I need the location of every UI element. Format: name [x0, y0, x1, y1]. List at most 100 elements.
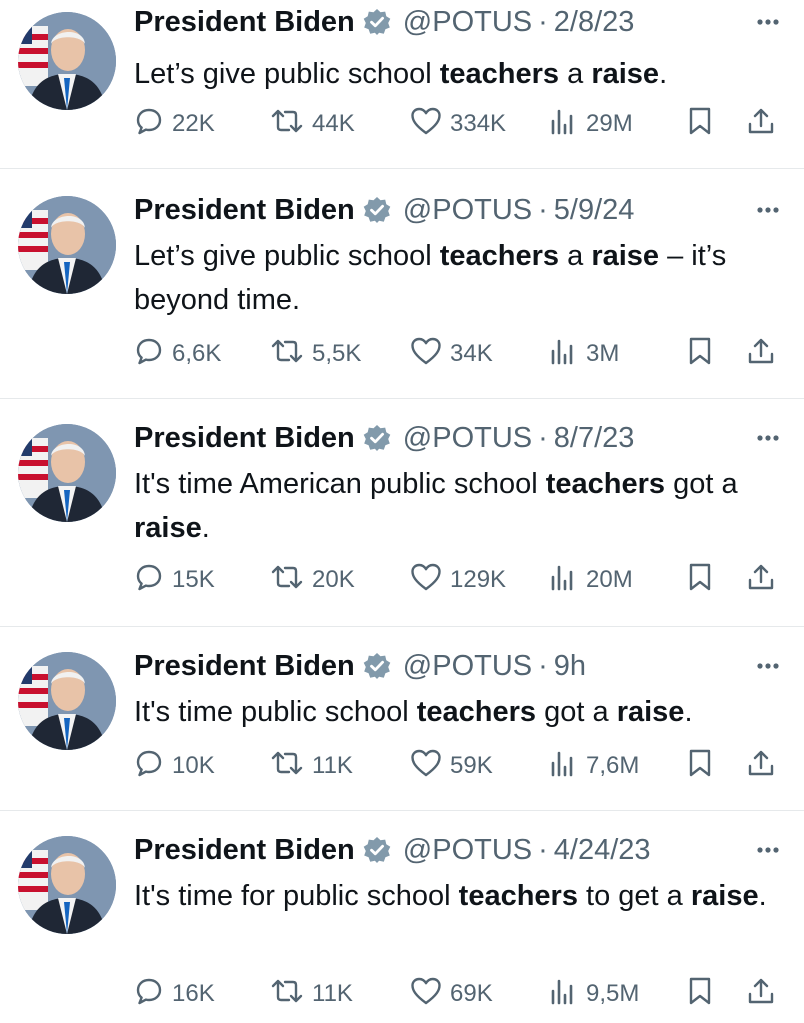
author-name[interactable]: President Biden — [134, 422, 355, 455]
share-button[interactable] — [746, 104, 784, 144]
author-name[interactable]: President Biden — [134, 834, 355, 867]
tweet-text: It's time public school teachers got a r… — [134, 690, 774, 734]
retweet-icon — [270, 562, 312, 599]
share-icon — [746, 336, 784, 373]
share-button[interactable] — [746, 334, 784, 374]
tweet-actions: 22K 44K 334K 29M — [134, 104, 784, 144]
bookmark-button[interactable] — [686, 104, 722, 144]
header-separator: · — [538, 5, 548, 38]
reply-button[interactable]: 6,6K — [134, 334, 221, 374]
bookmark-button[interactable] — [686, 974, 722, 1014]
views-button[interactable]: 9,5M — [548, 974, 639, 1014]
bookmark-button[interactable] — [686, 560, 722, 600]
tweet-divider — [0, 168, 804, 169]
more-icon[interactable] — [748, 656, 788, 676]
text-segment: got a — [536, 696, 617, 728]
more-icon[interactable] — [748, 840, 788, 860]
tweet-date[interactable]: 2/8/23 — [554, 6, 635, 39]
retweet-button[interactable]: 20K — [270, 560, 355, 600]
avatar[interactable] — [18, 12, 116, 110]
text-segment: It's time for public school — [134, 880, 459, 912]
bookmark-icon — [686, 562, 722, 599]
retweet-icon — [270, 106, 312, 143]
share-button[interactable] — [746, 746, 784, 786]
reply-button[interactable]: 15K — [134, 560, 215, 600]
text-segment: to get a — [577, 880, 691, 912]
more-icon[interactable] — [748, 200, 788, 220]
avatar[interactable] — [18, 424, 116, 522]
verified-badge-icon — [363, 652, 391, 680]
emphasized-text: teachers — [439, 58, 560, 90]
retweet-button[interactable]: 11K — [270, 746, 353, 786]
bookmark-button[interactable] — [686, 746, 722, 786]
share-button[interactable] — [746, 974, 784, 1014]
tweet-date[interactable]: 8/7/23 — [554, 422, 635, 455]
emphasized-text: raise — [134, 512, 202, 544]
reply-count: 10K — [172, 752, 215, 779]
tweet-date[interactable]: 4/24/23 — [554, 834, 651, 867]
share-button[interactable] — [746, 560, 784, 600]
views-button[interactable]: 29M — [548, 104, 633, 144]
view-count: 3M — [586, 340, 620, 367]
author-name[interactable]: President Biden — [134, 194, 355, 227]
like-button[interactable]: 129K — [410, 560, 506, 600]
reply-button[interactable]: 22K — [134, 104, 215, 144]
tweet-date[interactable]: 5/9/24 — [554, 194, 635, 227]
view-count: 20M — [586, 566, 633, 593]
views-button[interactable]: 3M — [548, 334, 619, 374]
reply-button[interactable]: 10K — [134, 746, 215, 786]
reply-icon — [134, 336, 172, 373]
emphasized-text: raise — [616, 696, 685, 728]
retweet-count: 11K — [312, 980, 353, 1007]
tweet-text: It's time for public school teachers to … — [134, 874, 774, 918]
text-segment: It's time American public school — [134, 468, 546, 500]
avatar[interactable] — [18, 836, 116, 934]
text-segment: a — [559, 240, 592, 272]
verified-badge-icon — [363, 8, 391, 36]
author-name[interactable]: President Biden — [134, 650, 355, 683]
avatar[interactable] — [18, 196, 116, 294]
like-button[interactable]: 59K — [410, 746, 493, 786]
author-handle[interactable]: @POTUS — [403, 650, 532, 683]
like-button[interactable]: 334K — [410, 104, 506, 144]
tweet-text: Let’s give public school teachers a rais… — [134, 234, 774, 322]
bookmark-icon — [686, 748, 722, 785]
tweet-date[interactable]: 9h — [554, 650, 586, 683]
author-handle[interactable]: @POTUS — [403, 194, 532, 227]
tweet-divider — [0, 810, 804, 811]
avatar[interactable] — [18, 652, 116, 750]
emphasized-text: teachers — [416, 696, 537, 728]
author-handle[interactable]: @POTUS — [403, 6, 532, 39]
more-icon[interactable] — [748, 428, 788, 448]
tweet-text: It's time American public school teacher… — [134, 462, 774, 550]
more-icon[interactable] — [748, 12, 788, 32]
text-segment: got a — [665, 468, 738, 500]
views-button[interactable]: 20M — [548, 560, 633, 600]
text-segment: a — [559, 58, 592, 90]
like-button[interactable]: 69K — [410, 974, 493, 1014]
bookmark-icon — [686, 106, 722, 143]
author-handle[interactable]: @POTUS — [403, 834, 532, 867]
share-icon — [746, 106, 784, 143]
share-icon — [746, 976, 784, 1013]
retweet-button[interactable]: 5,5K — [270, 334, 361, 374]
like-button[interactable]: 34K — [410, 334, 493, 374]
heart-icon — [410, 748, 450, 785]
reply-button[interactable]: 16K — [134, 974, 215, 1014]
retweet-button[interactable]: 11K — [270, 974, 353, 1014]
text-segment: Let’s give public school — [134, 240, 440, 272]
author-name[interactable]: President Biden — [134, 6, 355, 39]
bookmark-button[interactable] — [686, 334, 722, 374]
tweet-header: President Biden @POTUS · 8/7/23 — [134, 418, 634, 458]
tweet-header: President Biden @POTUS · 5/9/24 — [134, 190, 634, 230]
reply-icon — [134, 562, 172, 599]
retweet-icon — [270, 336, 312, 373]
emphasized-text: teachers — [439, 240, 560, 272]
retweet-button[interactable]: 44K — [270, 104, 355, 144]
header-separator: · — [538, 421, 548, 454]
tweet-actions: 6,6K 5,5K 34K 3M — [134, 334, 784, 374]
author-handle[interactable]: @POTUS — [403, 422, 532, 455]
retweet-count: 20K — [312, 566, 355, 593]
emphasized-text: raise — [690, 880, 759, 912]
views-button[interactable]: 7,6M — [548, 746, 639, 786]
